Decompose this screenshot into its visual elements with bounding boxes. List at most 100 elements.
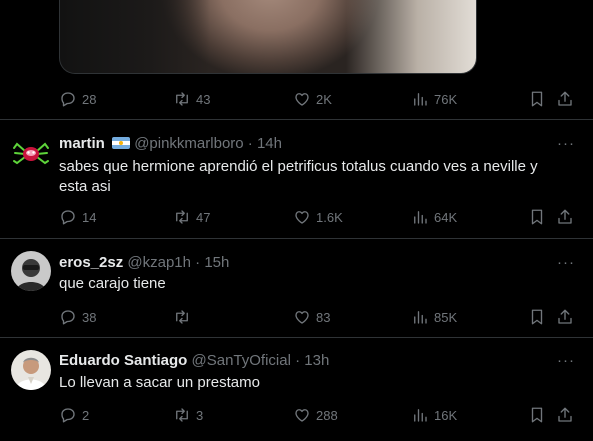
spider-avatar-icon (11, 134, 51, 174)
reply-icon (61, 408, 75, 423)
user-handle[interactable]: @SanTyOficial (192, 352, 291, 369)
bookmark-icon (531, 407, 543, 423)
tweet-header: eros_2sz @kzap1h · 15h (59, 254, 229, 271)
reply-icon (61, 210, 75, 225)
share-icon (558, 407, 572, 422)
like-button[interactable]: 288 (293, 405, 338, 425)
views-count: 16K (434, 407, 458, 423)
views-count: 64K (434, 209, 458, 225)
user-handle[interactable]: @pinkkmarlboro (134, 135, 243, 152)
separator: · (295, 352, 301, 369)
retweet-icon (176, 210, 188, 224)
reply-button[interactable]: 14 (59, 207, 96, 227)
display-name[interactable]: Eduardo Santiago (59, 352, 187, 369)
like-button[interactable]: 83 (293, 307, 330, 327)
share-button[interactable] (556, 307, 574, 327)
like-count: 288 (316, 407, 338, 423)
share-icon (558, 91, 572, 106)
tweet-header: Eduardo Santiago @SanTyOficial · 13h (59, 352, 329, 369)
views-button[interactable]: 64K (411, 207, 457, 227)
more-icon[interactable]: ··· (557, 135, 575, 152)
tweet-header: martin @pinkkmarlboro · 14h (59, 135, 282, 152)
views-button[interactable]: 16K (411, 405, 457, 425)
tweet[interactable]: Eduardo Santiago @SanTyOficial · 13h ···… (0, 338, 593, 441)
views-button[interactable]: 85K (411, 307, 457, 327)
tweet-text: sabes que hermione aprendió el petrificu… (59, 157, 559, 197)
like-count: 83 (316, 309, 331, 325)
retweet-count: 3 (196, 407, 204, 423)
bookmark-button[interactable] (528, 405, 546, 425)
views-icon (414, 311, 427, 324)
tweet-text-line: esta asi (59, 178, 111, 195)
avatar[interactable] (11, 251, 51, 291)
tweet-actions: 38 83 85K (59, 307, 579, 327)
bookmark-icon (531, 209, 543, 225)
person-avatar-icon (11, 251, 51, 291)
like-button[interactable]: 1.6K (293, 207, 343, 227)
retweet-button[interactable]: 43 (173, 89, 210, 109)
avatar[interactable] (11, 134, 51, 174)
timestamp[interactable]: 15h (204, 254, 229, 271)
separator: · (195, 254, 201, 271)
tweet-media-image[interactable] (59, 0, 477, 74)
tweet-text-line: que carajo tiene (59, 275, 166, 292)
views-count: 85K (434, 309, 458, 325)
retweet-count: 47 (196, 209, 211, 225)
bookmark-button[interactable] (528, 89, 546, 109)
user-handle[interactable]: @kzap1h (127, 254, 191, 271)
bookmark-icon (531, 309, 543, 325)
tweet-text-line: Lo llevan a sacar un prestamo (59, 374, 260, 391)
retweet-count: 43 (196, 91, 211, 107)
tweet[interactable]: martin @pinkkmarlboro · 14h ··· sabes qu… (0, 120, 593, 239)
tweet-actions: 2 3 288 16K (59, 405, 579, 425)
like-count: 1.6K (316, 209, 343, 225)
bookmark-button[interactable] (528, 207, 546, 227)
bookmark-icon (531, 91, 543, 107)
share-button[interactable] (556, 89, 574, 109)
avatar[interactable] (11, 350, 51, 390)
display-name[interactable]: eros_2sz (59, 254, 123, 271)
tweet-actions: 14 47 1.6K 64K (59, 207, 579, 227)
timestamp[interactable]: 14h (257, 135, 282, 152)
tweet[interactable]: eros_2sz @kzap1h · 15h ··· que carajo ti… (0, 239, 593, 338)
reply-button[interactable]: 28 (59, 89, 96, 109)
views-icon (414, 409, 427, 422)
reply-icon (61, 310, 75, 325)
tweet-text: que carajo tiene (59, 274, 559, 294)
share-button[interactable] (556, 207, 574, 227)
share-icon (558, 209, 572, 224)
more-icon[interactable]: ··· (557, 352, 575, 369)
like-count: 2K (316, 91, 332, 107)
views-count: 76K (434, 91, 458, 107)
separator: · (247, 135, 253, 152)
reply-button[interactable]: 38 (59, 307, 96, 327)
reply-button[interactable]: 2 (59, 405, 89, 425)
tweet-text-line: sabes que hermione aprendió el petrificu… (59, 158, 538, 175)
retweet-button[interactable] (173, 307, 196, 327)
person-avatar-icon (11, 350, 51, 390)
reply-count: 38 (82, 309, 97, 325)
retweet-button[interactable]: 47 (173, 207, 210, 227)
views-button[interactable]: 76K (411, 89, 457, 109)
tweet-text: Lo llevan a sacar un prestamo (59, 373, 559, 393)
like-button[interactable]: 2K (293, 89, 332, 109)
media-shade-left (60, 0, 210, 73)
timestamp[interactable]: 13h (304, 352, 329, 369)
retweet-button[interactable]: 3 (173, 405, 203, 425)
reply-icon (61, 92, 75, 107)
bookmark-button[interactable] (528, 307, 546, 327)
retweet-icon (176, 310, 188, 324)
share-button[interactable] (556, 405, 574, 425)
previous-tweet: 28 43 2K 76K (0, 0, 593, 120)
like-icon (295, 409, 309, 422)
reply-count: 2 (82, 407, 90, 423)
media-shade-right (346, 0, 476, 73)
argentina-flag-icon (112, 137, 131, 149)
display-name[interactable]: martin (59, 135, 105, 152)
views-icon (414, 211, 427, 224)
retweet-icon (176, 408, 188, 422)
more-icon[interactable]: ··· (557, 254, 575, 271)
share-icon (558, 309, 572, 324)
like-icon (295, 211, 309, 224)
reply-count: 28 (82, 91, 97, 107)
